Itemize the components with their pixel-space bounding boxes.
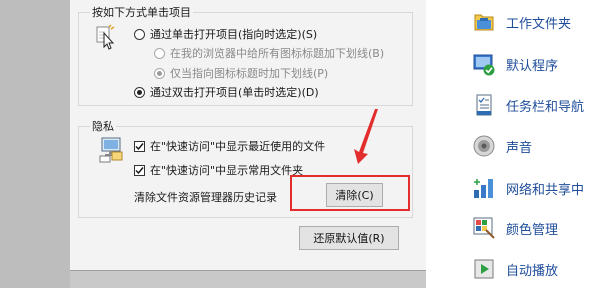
cp-item-taskbar[interactable]: 任务栏和导航 (472, 93, 584, 117)
work-folders-icon (474, 14, 494, 31)
network-icon (474, 179, 493, 198)
radio-underline-always-label: 在我的浏览器中给所有图标标题加下划线(B) (170, 47, 385, 60)
sound-icon (473, 135, 495, 157)
background-window (0, 0, 70, 288)
radio-underline-always[interactable]: 在我的浏览器中给所有图标标题加下划线(B) (154, 45, 384, 61)
restore-defaults-button[interactable]: 还原默认值(R) (299, 226, 399, 250)
cp-item-work-folders[interactable]: 工作文件夹 (472, 10, 571, 34)
default-programs-icon (473, 54, 495, 76)
checkbox-recent-files-label: 在"快速访问"中显示最近使用的文件 (150, 140, 326, 153)
checkbox-frequent-folders[interactable]: 在"快速访问"中显示常用文件夹 (134, 162, 303, 178)
clear-history-label: 清除文件资源管理器历史记录 (134, 191, 277, 204)
cp-item-network-label: 网络和共享中 (506, 182, 585, 198)
radio-single-click[interactable]: 通过单击打开项目(指向时选定)(S) (134, 26, 317, 42)
checkbox-frequent-folders-label: 在"快速访问"中显示常用文件夹 (150, 164, 304, 177)
cp-item-taskbar-label: 任务栏和导航 (506, 99, 585, 115)
radio-underline-hover-label: 仅当指向图标标题时加下划线(P) (170, 67, 329, 80)
control-panel: 工作文件夹 默认程序 任务栏和导航 声音 网络和共享中 颜色管理 自动播放 (426, 0, 601, 288)
cp-item-autoplay-label: 自动播放 (506, 263, 559, 279)
annotation-highlight-box (290, 175, 410, 211)
autoplay-icon (474, 259, 494, 279)
cp-item-work-folders-label: 工作文件夹 (506, 16, 572, 32)
radio-double-click-label: 通过双击打开项目(单击时选定)(D) (150, 86, 319, 99)
taskbar-icon (476, 94, 492, 116)
click-items-title: 按如下方式单击项目 (90, 4, 193, 20)
cp-item-default-programs-label: 默认程序 (506, 58, 559, 74)
click-cursor-icon (96, 24, 115, 50)
annotation-arrow-icon (354, 109, 378, 164)
color-management-icon (473, 217, 495, 239)
cp-item-color-management-label: 颜色管理 (506, 222, 559, 238)
cp-item-color-management[interactable]: 颜色管理 (472, 216, 558, 240)
cp-item-sound[interactable]: 声音 (472, 134, 532, 158)
cp-item-network[interactable]: 网络和共享中 (472, 176, 584, 200)
cp-item-default-programs[interactable]: 默认程序 (472, 52, 558, 76)
cp-item-sound-label: 声音 (506, 140, 533, 156)
privacy-title: 隐私 (90, 118, 116, 134)
checkbox-recent-files[interactable]: 在"快速访问"中显示最近使用的文件 (134, 138, 325, 154)
radio-underline-hover[interactable]: 仅当指向图标标题时加下划线(P) (154, 65, 328, 81)
radio-single-click-label: 通过单击打开项目(指向时选定)(S) (150, 28, 318, 41)
cp-item-autoplay[interactable]: 自动播放 (472, 257, 558, 281)
radio-double-click[interactable]: 通过双击打开项目(单击时选定)(D) (134, 84, 319, 100)
privacy-computer-icon (99, 137, 123, 163)
